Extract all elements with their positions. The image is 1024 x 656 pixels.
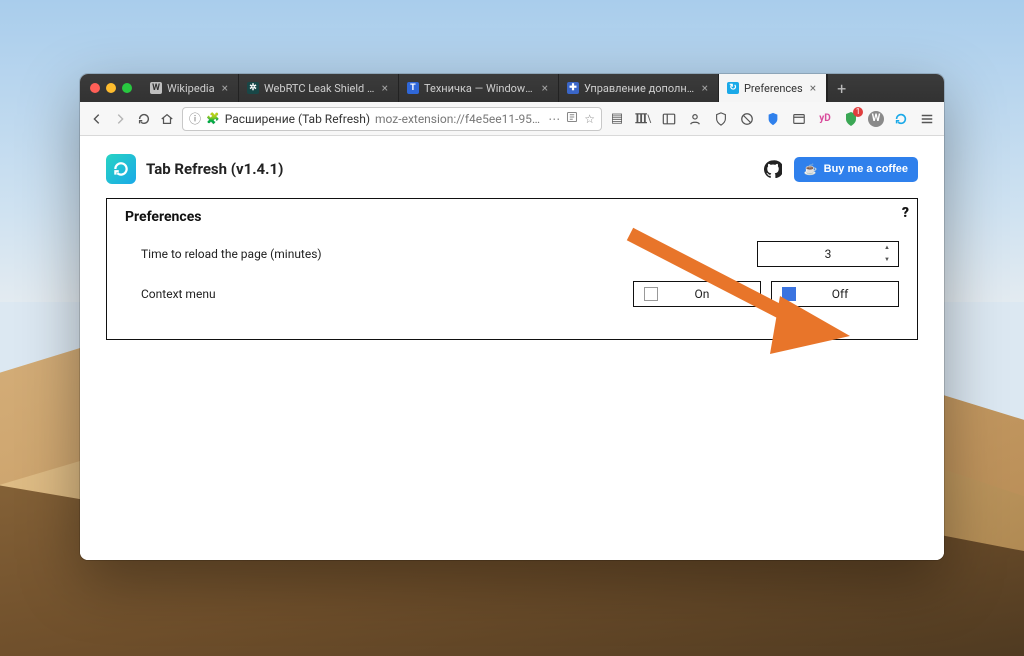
- wikipedia-favicon: W: [150, 82, 162, 94]
- app-title: Tab Refresh (v1.4.1): [146, 160, 283, 178]
- bookmark-star-icon[interactable]: ☆: [584, 112, 595, 126]
- tab-label: Техничка — Windows, брауз…: [424, 82, 535, 95]
- library-icon[interactable]: Ⅲ\: [634, 110, 652, 128]
- tab-close-icon[interactable]: ×: [220, 81, 230, 95]
- context-menu-label: Context menu: [125, 287, 512, 301]
- reload-time-row: Time to reload the page (minutes) 3 ▲ ▼: [125, 241, 899, 267]
- extension-page: Tab Refresh (v1.4.1) ☕ Buy me a coffee ?…: [80, 136, 944, 560]
- tab-close-icon[interactable]: ×: [540, 81, 550, 95]
- reload-time-label: Time to reload the page (minutes): [125, 247, 512, 261]
- home-button[interactable]: [159, 108, 177, 130]
- context-menu-off-button[interactable]: Off: [771, 281, 899, 307]
- ext-icon-screenshot[interactable]: [790, 110, 808, 128]
- addons-favicon: ✚: [567, 82, 579, 94]
- ext-icon-1[interactable]: ▤: [608, 110, 626, 128]
- navigation-bar: ⓘ 🧩 Расширение (Tab Refresh) moz-extensi…: [80, 102, 944, 136]
- reload-time-value: 3: [758, 247, 898, 261]
- tabrefresh-logo-icon: [106, 154, 136, 184]
- buy-coffee-button[interactable]: ☕ Buy me a coffee: [794, 157, 918, 182]
- extension-icon: 🧩: [206, 112, 220, 125]
- new-tab-button[interactable]: +: [827, 74, 855, 102]
- app-header: Tab Refresh (v1.4.1) ☕ Buy me a coffee: [106, 154, 918, 184]
- tab-webrtc[interactable]: ✲ WebRTC Leak Shield – Загруз… ×: [239, 74, 399, 102]
- ext-icon-refresh[interactable]: [892, 110, 910, 128]
- ext-icon-badge[interactable]: 1: [842, 110, 860, 128]
- number-stepper[interactable]: ▲ ▼: [884, 245, 894, 263]
- window-controls: [80, 74, 142, 102]
- checkbox-icon: [644, 287, 658, 301]
- window-close-button[interactable]: [90, 83, 100, 93]
- help-button[interactable]: ?: [902, 205, 909, 221]
- browser-window: W Wikipedia × ✲ WebRTC Leak Shield – Заг…: [80, 74, 944, 560]
- window-minimize-button[interactable]: [106, 83, 116, 93]
- context-menu-on-button[interactable]: On: [633, 281, 761, 307]
- ext-icon-shield[interactable]: [764, 110, 782, 128]
- buy-coffee-label: Buy me a coffee: [824, 163, 908, 175]
- window-maximize-button[interactable]: [122, 83, 132, 93]
- site-info-icon[interactable]: ⓘ: [189, 110, 201, 127]
- checkbox-icon: [782, 287, 796, 301]
- webrtc-favicon: ✲: [247, 82, 259, 94]
- tab-addons[interactable]: ✚ Управление дополнениями ×: [559, 74, 719, 102]
- step-down-icon[interactable]: ▼: [884, 257, 894, 263]
- coffee-icon: ☕: [804, 163, 818, 176]
- tabrefresh-favicon: ↻: [727, 82, 739, 94]
- tab-label: Wikipedia: [167, 82, 215, 95]
- context-menu-row: Context menu On Off: [125, 281, 899, 307]
- ext-icon-w[interactable]: W: [868, 111, 884, 127]
- reader-mode-icon[interactable]: [566, 111, 578, 126]
- ublock-icon[interactable]: [712, 110, 730, 128]
- tab-label: Preferences: [744, 82, 803, 95]
- off-label: Off: [806, 287, 898, 301]
- notification-badge: 1: [853, 107, 863, 117]
- address-more-icon[interactable]: ⋯: [548, 112, 560, 126]
- preferences-panel: ? Preferences Time to reload the page (m…: [106, 198, 918, 340]
- step-up-icon[interactable]: ▲: [884, 245, 894, 251]
- tab-close-icon[interactable]: ×: [808, 81, 818, 95]
- address-prefix: Расширение (Tab Refresh): [225, 112, 370, 126]
- tab-label: WebRTC Leak Shield – Загруз…: [264, 82, 375, 95]
- tab-label: Управление дополнениями: [584, 82, 695, 95]
- technichka-favicon: T: [407, 82, 419, 94]
- forward-button[interactable]: [112, 108, 130, 130]
- back-button[interactable]: [88, 108, 106, 130]
- toolbar-extension-icons: ▤ Ⅲ\ yD 1 W: [608, 110, 936, 128]
- ext-icon-yd[interactable]: yD: [816, 110, 834, 128]
- reload-button[interactable]: [135, 108, 153, 130]
- menu-button[interactable]: [918, 110, 936, 128]
- sidebar-icon[interactable]: [660, 110, 678, 128]
- address-url: moz-extension://f4e5ee11-956b-: [375, 112, 543, 126]
- reload-time-input[interactable]: 3 ▲ ▼: [757, 241, 899, 267]
- preferences-heading: Preferences: [125, 209, 899, 225]
- tab-strip: W Wikipedia × ✲ WebRTC Leak Shield – Заг…: [80, 74, 944, 102]
- on-label: On: [668, 287, 760, 301]
- address-bar[interactable]: ⓘ 🧩 Расширение (Tab Refresh) moz-extensi…: [182, 107, 602, 131]
- github-link-icon[interactable]: [762, 158, 784, 180]
- tab-close-icon[interactable]: ×: [380, 81, 390, 95]
- account-icon[interactable]: [686, 110, 704, 128]
- tab-technichka[interactable]: T Техничка — Windows, брауз… ×: [399, 74, 559, 102]
- tab-preferences[interactable]: ↻ Preferences ×: [719, 74, 827, 102]
- tab-wikipedia[interactable]: W Wikipedia ×: [142, 74, 239, 102]
- noscript-icon[interactable]: [738, 110, 756, 128]
- tab-close-icon[interactable]: ×: [700, 81, 710, 95]
